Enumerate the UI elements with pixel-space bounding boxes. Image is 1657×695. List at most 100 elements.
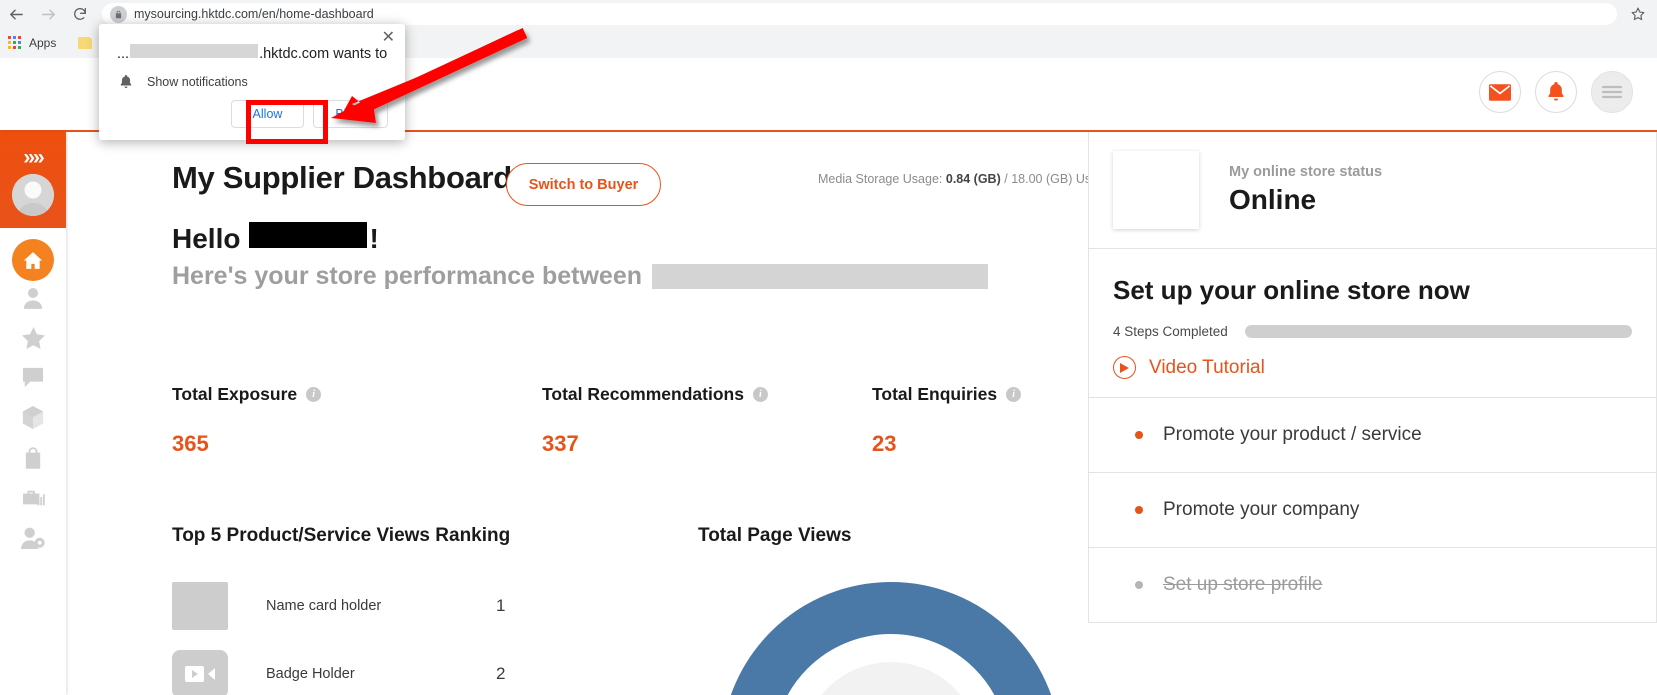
play-circle-icon xyxy=(1113,356,1136,379)
stat-total-exposure: Total Exposure i 365 xyxy=(172,384,321,457)
briefcase-chart-icon xyxy=(21,488,45,513)
sidebar-item-account-settings[interactable] xyxy=(0,520,66,560)
steps-completed-label: 4 Steps Completed xyxy=(1113,324,1245,339)
greeting-prefix: Hello xyxy=(172,223,240,255)
sidebar-item-favourites[interactable] xyxy=(0,320,66,360)
stat-value: 337 xyxy=(542,431,768,457)
allow-button-highlight-box xyxy=(246,100,328,144)
setup-store-card: Set up your online store now 4 Steps Com… xyxy=(1088,249,1657,398)
stat-total-recommendations: Total Recommendations i 337 xyxy=(542,384,768,457)
table-row[interactable]: Name card holder 1 xyxy=(172,572,632,640)
sidebar-nav-list xyxy=(0,228,66,560)
setup-progress: 4 Steps Completed xyxy=(1113,324,1632,339)
star-icon[interactable] xyxy=(1625,1,1651,27)
info-icon[interactable]: i xyxy=(753,387,768,402)
video-tutorial-link[interactable]: Video Tutorial xyxy=(1113,356,1632,379)
progress-bar xyxy=(1245,325,1632,338)
product-rank: 1 xyxy=(496,596,505,616)
sidebar-item-profile[interactable] xyxy=(0,280,66,320)
redacted-name xyxy=(249,222,367,248)
double-chevron-right-icon[interactable]: »» xyxy=(0,146,66,170)
storage-separator: / xyxy=(1004,172,1007,186)
stat-label: Total Exposure xyxy=(172,384,297,405)
setup-task-promote-product[interactable]: Promote your product / service xyxy=(1088,398,1657,473)
task-label: Promote your product / service xyxy=(1163,424,1422,446)
video-thumbnail xyxy=(172,650,228,695)
redacted-date-range xyxy=(652,264,988,289)
page-title: My Supplier Dashboard xyxy=(172,160,512,196)
permission-title: ... .hktdc.com wants to xyxy=(117,44,387,62)
permission-body: Show notifications xyxy=(117,74,248,90)
bullet-icon xyxy=(1135,506,1143,514)
store-status-card: My online store status Online xyxy=(1088,132,1657,249)
stat-value: 365 xyxy=(172,431,321,457)
stat-value: 23 xyxy=(872,431,1021,457)
person-icon xyxy=(23,287,43,314)
bell-icon xyxy=(117,74,135,90)
video-tutorial-label: Video Tutorial xyxy=(1149,357,1265,379)
info-icon[interactable]: i xyxy=(306,387,321,402)
stat-total-enquiries: Total Enquiries i 23 xyxy=(872,384,1021,457)
sidebar-item-messages[interactable] xyxy=(0,360,66,400)
bookmark-item[interactable] xyxy=(78,37,97,49)
apps-label[interactable]: Apps xyxy=(29,36,56,50)
chat-icon xyxy=(22,367,44,393)
info-icon[interactable]: i xyxy=(1006,387,1021,402)
forward-arrow-icon[interactable] xyxy=(32,1,64,27)
stat-label: Total Recommendations xyxy=(542,384,744,405)
product-name: Badge Holder xyxy=(266,666,496,682)
performance-text: Here's your store performance between xyxy=(172,262,642,291)
avatar-icon[interactable] xyxy=(12,174,54,216)
address-bar[interactable]: mysourcing.hktdc.com/en/home-dashboard xyxy=(102,3,1617,25)
main-dashboard: My Supplier Dashboard Switch to Buyer Me… xyxy=(66,132,1088,695)
page-views-title: Total Page Views xyxy=(698,525,851,547)
bell-icon[interactable] xyxy=(1535,71,1577,113)
sidebar-header: »» xyxy=(0,132,66,228)
status-badge: Online xyxy=(1229,184,1382,216)
back-arrow-icon[interactable] xyxy=(0,1,32,27)
product-name: Name card holder xyxy=(266,598,496,614)
sidebar-item-reports[interactable] xyxy=(0,480,66,520)
product-thumbnail xyxy=(172,582,228,630)
redacted-domain xyxy=(130,44,258,58)
ranking-list: Name card holder 1 Badge Holder 2 xyxy=(172,572,632,695)
sidebar-item-home[interactable] xyxy=(0,240,66,280)
setup-task-promote-company[interactable]: Promote your company xyxy=(1088,473,1657,548)
permission-title-suffix: .hktdc.com wants to xyxy=(259,46,387,62)
setup-task-store-profile[interactable]: Set up store profile xyxy=(1088,548,1657,623)
store-thumbnail xyxy=(1113,151,1199,229)
left-sidebar: »» xyxy=(0,132,66,695)
bag-icon xyxy=(24,447,42,474)
permission-title-prefix: ... xyxy=(117,46,129,62)
sidebar-item-products[interactable] xyxy=(0,400,66,440)
product-rank: 2 xyxy=(496,664,505,684)
home-icon xyxy=(12,239,54,281)
sidebar-item-store[interactable] xyxy=(0,440,66,480)
box-icon xyxy=(22,406,44,434)
star-icon xyxy=(22,327,45,354)
storage-used: 0.84 (GB) xyxy=(946,172,1001,186)
url-text: mysourcing.hktdc.com/en/home-dashboard xyxy=(134,7,374,21)
page-views-donut-chart xyxy=(721,582,1061,695)
mail-icon[interactable] xyxy=(1479,71,1521,113)
permission-body-text: Show notifications xyxy=(147,75,248,89)
ranking-title: Top 5 Product/Service Views Ranking xyxy=(172,525,510,547)
bullet-icon xyxy=(1135,431,1143,439)
media-storage-usage: Media Storage Usage: 0.84 (GB) / 18.00 (… xyxy=(818,172,1105,186)
table-row[interactable]: Badge Holder 2 xyxy=(172,640,632,695)
lock-icon xyxy=(110,6,127,23)
person-gear-icon xyxy=(21,527,46,554)
storage-label: Media Storage Usage: xyxy=(818,172,942,186)
greeting-suffix: ! xyxy=(369,223,378,255)
apps-grid-icon[interactable] xyxy=(8,36,22,50)
bullet-icon xyxy=(1135,581,1143,589)
switch-to-buyer-button[interactable]: Switch to Buyer xyxy=(506,163,661,206)
task-label: Set up store profile xyxy=(1163,574,1322,596)
greeting: Hello ! xyxy=(172,222,379,255)
header-icon-group xyxy=(1479,71,1633,113)
stat-label: Total Enquiries xyxy=(872,384,997,405)
hamburger-menu-icon[interactable] xyxy=(1591,71,1633,113)
task-label: Promote your company xyxy=(1163,499,1359,521)
setup-title: Set up your online store now xyxy=(1113,275,1632,306)
reload-icon[interactable] xyxy=(64,1,96,27)
